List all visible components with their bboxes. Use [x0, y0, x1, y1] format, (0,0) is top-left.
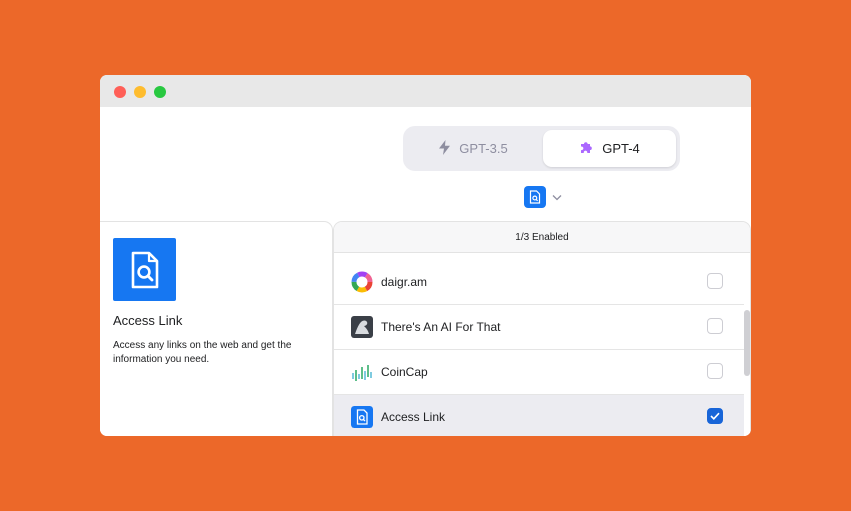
puzzle-icon — [579, 140, 594, 158]
plugin-checkbox-aiforthat[interactable] — [707, 318, 723, 334]
checkmark-icon — [710, 412, 720, 420]
close-window-button[interactable] — [114, 86, 126, 98]
chevron-down-icon — [552, 188, 562, 206]
plugin-row-access-link[interactable]: Access Link — [334, 395, 744, 436]
plugin-label: Access Link — [381, 410, 446, 424]
plugin-row-coincap[interactable]: CoinCap — [334, 350, 744, 395]
aiforthat-logo-icon — [351, 316, 373, 338]
gpt-4-label: GPT-4 — [602, 141, 640, 156]
plugin-detail-description: Access any links on the web and get the … — [113, 340, 292, 365]
lightning-icon — [438, 139, 451, 158]
plugin-list-status: 1/3 Enabled — [334, 222, 750, 253]
plugin-detail-title: Access Link — [113, 313, 183, 328]
access-link-icon — [524, 185, 546, 208]
plugin-checkbox-daigram[interactable] — [707, 273, 723, 289]
enabled-count: 1/3 Enabled — [515, 231, 569, 243]
gpt-3-5-label: GPT-3.5 — [459, 141, 508, 156]
plugin-rows: daigr.am There's An AI For That CoinCap … — [334, 260, 744, 436]
plugin-label: There's An AI For That — [381, 320, 501, 334]
plugin-row-aiforthat[interactable]: There's An AI For That — [334, 305, 744, 350]
app-window: GPT-3.5 GPT-4 Access Link Access any lin… — [100, 75, 751, 436]
plugin-label: CoinCap — [381, 365, 428, 379]
plugin-checkbox-coincap[interactable] — [707, 363, 723, 379]
plugin-list: 1/3 Enabled daigr.am There's An AI For T… — [333, 221, 751, 436]
minimize-window-button[interactable] — [134, 86, 146, 98]
zoom-window-button[interactable] — [154, 86, 166, 98]
gpt-3-5-option[interactable]: GPT-3.5 — [407, 130, 539, 167]
coincap-logo-icon — [351, 361, 373, 383]
plugin-list-scrollbar[interactable] — [744, 310, 750, 376]
title-bar — [100, 75, 751, 107]
access-link-icon — [113, 238, 176, 301]
plugin-detail-panel: Access Link Access any links on the web … — [100, 221, 333, 436]
plugin-row-daigram[interactable]: daigr.am — [334, 260, 744, 305]
plugin-selector[interactable] — [524, 185, 562, 208]
daigram-logo-icon — [351, 271, 373, 293]
access-link-icon — [351, 406, 373, 428]
plugin-checkbox-access-link[interactable] — [707, 408, 723, 424]
model-switcher: GPT-3.5 GPT-4 — [403, 126, 680, 171]
plugin-label: daigr.am — [381, 275, 428, 289]
gpt-4-option[interactable]: GPT-4 — [543, 130, 676, 167]
